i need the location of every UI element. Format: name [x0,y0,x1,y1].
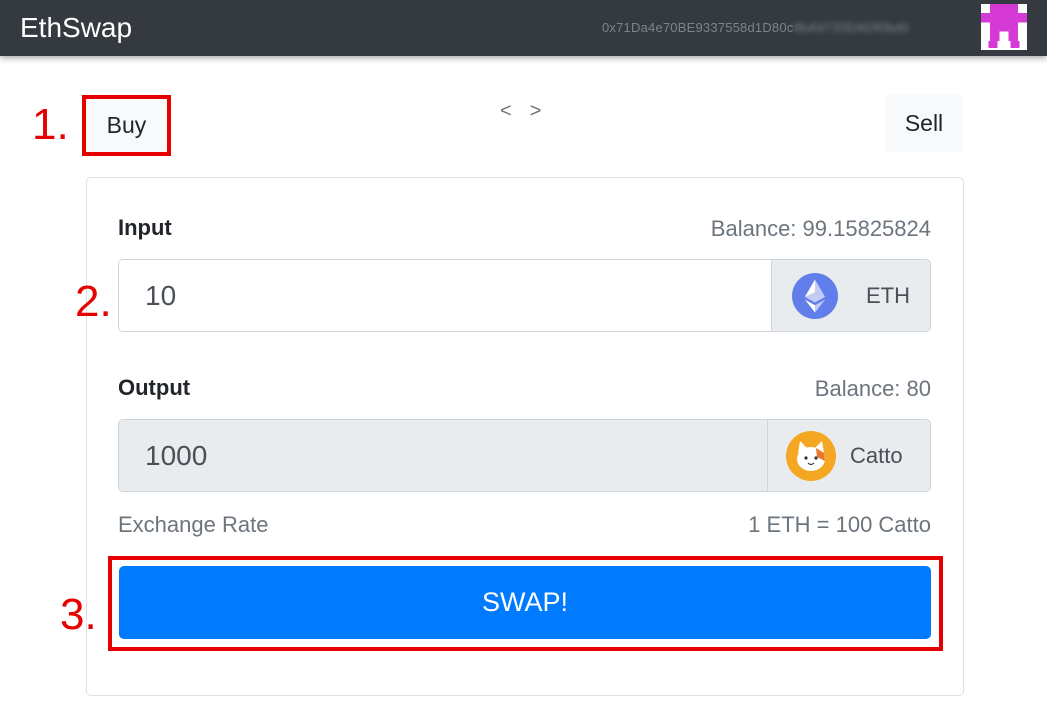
input-group: 10 ETH [118,259,931,332]
navbar: EthSwap 0x71Da4e70BE9337558d1D80c8bA9720… [0,0,1047,56]
annotation-step-1: 1. [32,100,69,149]
identicon-avatar [981,4,1027,50]
eth-token-addon: ETH [771,260,930,331]
input-amount-field[interactable]: 10 [119,260,771,331]
brand-title[interactable]: EthSwap [20,12,132,44]
annotation-box-buy [82,95,171,156]
sell-button[interactable]: Sell [885,94,963,152]
annotation-step-3: 3. [60,590,97,639]
prev-arrow[interactable]: < [500,100,530,122]
output-group: 1000 Catto [118,419,931,492]
output-label: Output [118,375,191,400]
exchange-rate-label: Exchange Rate [118,512,269,537]
output-amount-field: 1000 [119,420,767,491]
annotation-step-2: 2. [75,277,112,326]
catto-icon [786,430,836,481]
annotation-box-swap [108,556,943,651]
exchange-rate-value: 1 ETH = 100 Catto [748,512,931,537]
mode-arrows[interactable]: <> [500,100,559,123]
next-arrow[interactable]: > [530,100,560,122]
input-balance: Balance: 99.15825824 [710,216,931,241]
input-label: Input [118,215,172,240]
account-address: 0x71Da4e70BE9337558d1D80c8bA9720DADf0bd0 [602,20,909,35]
output-balance: Balance: 80 [814,376,931,401]
catto-token-label: Catto [850,442,903,468]
eth-icon [792,272,838,319]
eth-token-label: ETH [866,282,910,308]
catto-token-addon: Catto [767,420,930,491]
